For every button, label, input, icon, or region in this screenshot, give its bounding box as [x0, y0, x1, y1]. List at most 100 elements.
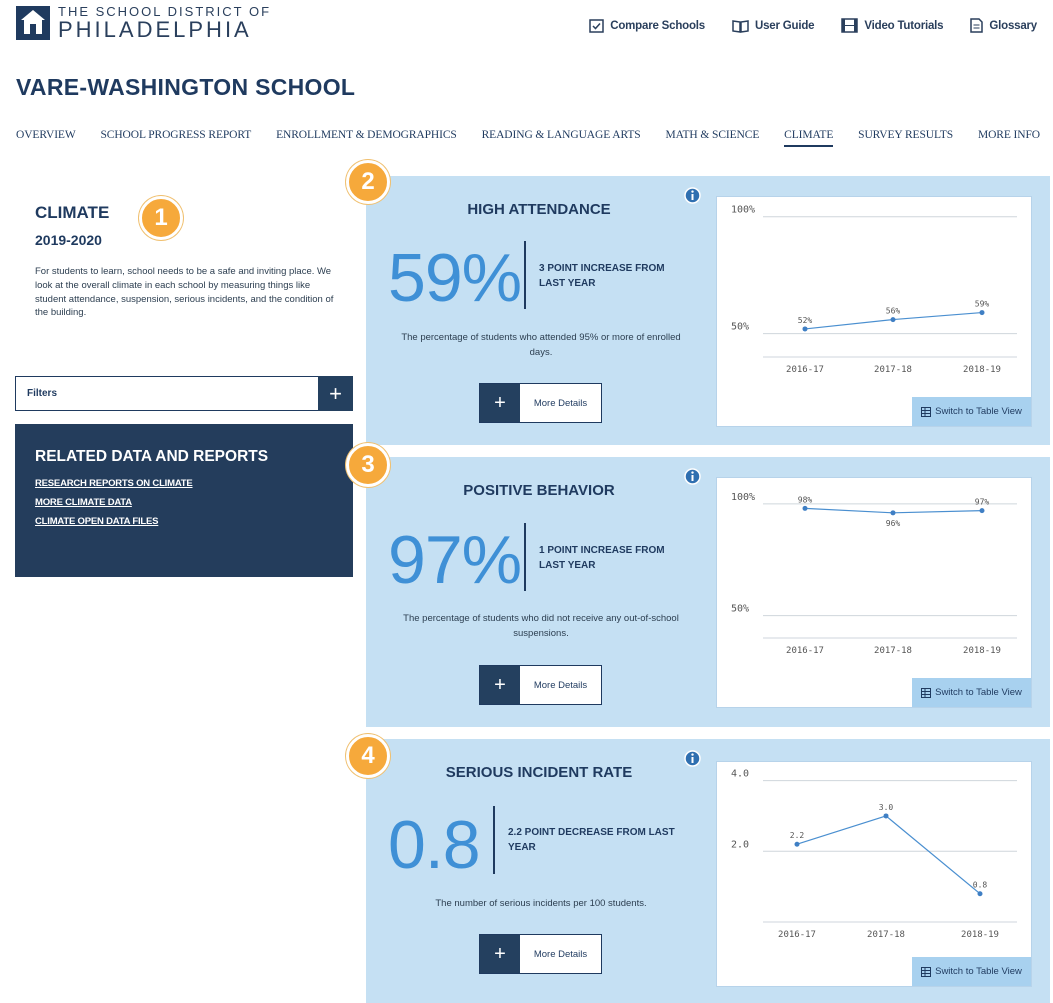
book-icon — [732, 19, 749, 33]
trend-chart: 100% 50% 2016-17 2017-18 2018-19 52% 56% 59% Sw… — [716, 196, 1032, 427]
card-title: SERIOUS INCIDENT RATE — [445, 764, 633, 781]
switch-table-view-button[interactable]: Switch to Table View — [912, 397, 1031, 426]
switch-table-view-label: Switch to Table View — [935, 687, 1022, 698]
data-label: 56% — [886, 307, 901, 316]
plus-icon: + — [480, 666, 520, 704]
checkbox-icon — [589, 18, 604, 33]
switch-table-view-button[interactable]: Switch to Table View — [912, 957, 1031, 986]
x-tick-label: 2017-18 — [874, 365, 912, 375]
card-title: HIGH ATTENDANCE — [467, 201, 611, 218]
metric-divider — [524, 523, 526, 591]
switch-table-view-button[interactable]: Switch to Table View — [912, 678, 1031, 707]
metric-card-attendance: HIGH ATTENDANCE 59% 3 POINT INCREASE FRO… — [366, 176, 1050, 445]
switch-table-view-label: Switch to Table View — [935, 406, 1022, 417]
info-icon[interactable] — [684, 187, 701, 204]
climate-description: For students to learn, school needs to b… — [35, 266, 334, 319]
more-details-label: More Details — [533, 679, 588, 691]
research-reports-link[interactable]: RESEARCH REPORTS ON CLIMATE — [35, 478, 333, 489]
data-point — [883, 813, 889, 819]
metric-card-serious-incident-rate: SERIOUS INCIDENT RATE 0.8 2.2 POINT DECR… — [366, 739, 1050, 1003]
video-tutorials-link[interactable]: Video Tutorials — [841, 18, 944, 33]
trend-chart-plot: 4.0 2.0 2016-17 2017-18 2018-19 2.2 3.0 0.8 — [731, 769, 1017, 940]
step-badge-2: 2 — [346, 160, 390, 204]
metric-description: The number of serious incidents per 100 … — [435, 898, 647, 909]
metric-description: The percentage of students who attended … — [401, 332, 681, 358]
card-title: POSITIVE BEHAVIOR — [463, 482, 615, 499]
step-badge-1: 1 — [139, 196, 183, 240]
y-tick-label: 50% — [731, 604, 749, 615]
document-icon — [970, 18, 984, 33]
y-tick-label: 100% — [731, 492, 755, 503]
tab-school-progress-report[interactable]: SCHOOL PROGRESS REPORT — [100, 129, 251, 147]
tab-overview[interactable]: OVERVIEW — [16, 129, 76, 147]
more-details-label: More Details — [533, 397, 588, 409]
table-icon — [921, 687, 932, 698]
more-details-button[interactable]: + More Details — [479, 934, 602, 974]
info-icon[interactable] — [684, 468, 701, 485]
tab-climate[interactable]: CLIMATE — [784, 129, 833, 147]
more-climate-data-link[interactable]: MORE CLIMATE DATA — [35, 497, 333, 508]
filters-label: Filters — [27, 388, 58, 399]
step-badge-4: 4 — [346, 734, 390, 778]
compare-schools-link[interactable]: Compare Schools — [589, 18, 705, 33]
trend-chart-plot: 100% 50% 2016-17 2017-18 2018-19 52% 56% 59% — [731, 205, 1017, 375]
tab-more-info[interactable]: MORE INFO — [978, 129, 1040, 147]
data-point — [794, 841, 800, 847]
x-tick-label: 2016-17 — [786, 365, 824, 375]
x-tick-label: 2016-17 — [778, 930, 816, 940]
x-tick-label: 2018-19 — [961, 930, 999, 940]
climate-open-data-link[interactable]: CLIMATE OPEN DATA FILES — [35, 516, 333, 527]
metric-value: 59% — [388, 240, 522, 316]
tab-enrollment-demographics[interactable]: ENROLLMENT & DEMOGRAPHICS — [276, 129, 457, 147]
tab-survey-results[interactable]: SURVEY RESULTS — [858, 129, 953, 147]
compare-schools-label: Compare Schools — [610, 19, 705, 32]
school-title: VARE-WASHINGTON SCHOOL — [16, 74, 356, 100]
section-nav: OVERVIEW SCHOOL PROGRESS REPORT ENROLLME… — [16, 129, 1040, 147]
data-point — [979, 310, 985, 316]
top-links: Compare Schools User Guide Video Tutoria… — [589, 18, 1037, 33]
metric-change: 2.2 POINT DECREASE FROM LAST YEAR — [508, 827, 675, 853]
tab-math-science[interactable]: MATH & SCIENCE — [665, 129, 759, 147]
data-label: 2.2 — [790, 831, 805, 840]
user-guide-link[interactable]: User Guide — [732, 18, 815, 33]
film-icon — [841, 18, 859, 33]
plus-icon: + — [480, 935, 520, 973]
tab-reading-language-arts[interactable]: READING & LANGUAGE ARTS — [482, 129, 641, 147]
y-tick-label: 2.0 — [731, 839, 749, 850]
metric-value: 0.8 — [388, 807, 481, 883]
filters-expand-button[interactable]: + — [318, 376, 353, 411]
metric-card-positive-behavior: POSITIVE BEHAVIOR 97% 1 POINT INCREASE F… — [366, 457, 1050, 727]
x-tick-label: 2017-18 — [874, 646, 912, 656]
switch-table-view-label: Switch to Table View — [935, 966, 1022, 977]
data-point — [802, 505, 808, 511]
metric-change: 3 POINT INCREASE FROM LAST YEAR — [539, 263, 665, 289]
step-badge-3: 3 — [346, 443, 390, 487]
metric-divider — [524, 241, 526, 309]
metric-divider — [493, 806, 495, 874]
more-details-button[interactable]: + More Details — [479, 665, 602, 705]
info-icon[interactable] — [684, 750, 701, 767]
logo-line-2: PHILADELPHIA — [58, 17, 252, 42]
data-label: 97% — [975, 498, 990, 507]
data-point — [890, 317, 896, 323]
data-label: 3.0 — [879, 803, 894, 812]
x-tick-label: 2018-19 — [963, 365, 1001, 375]
data-label: 98% — [798, 495, 813, 504]
data-point — [977, 891, 983, 897]
climate-heading: CLIMATE — [35, 203, 110, 222]
metric-description: The percentage of students who did not r… — [403, 613, 679, 639]
district-seal-icon — [16, 6, 50, 40]
x-tick-label: 2018-19 — [963, 646, 1001, 656]
y-tick-label: 50% — [731, 322, 749, 333]
related-data-panel: RELATED DATA AND REPORTS RESEARCH REPORT… — [15, 424, 353, 577]
video-tutorials-label: Video Tutorials — [864, 19, 944, 32]
y-tick-label: 100% — [731, 205, 755, 216]
table-icon — [921, 966, 932, 977]
trend-chart: 4.0 2.0 2016-17 2017-18 2018-19 2.2 3.0 0.8 Swi… — [716, 761, 1032, 987]
more-details-button[interactable]: + More Details — [479, 383, 602, 423]
district-logo[interactable]: THE SCHOOL DISTRICT OF PHILADELPHIA — [16, 5, 271, 41]
series-line — [796, 815, 981, 895]
data-label: 96% — [886, 519, 901, 528]
glossary-link[interactable]: Glossary — [970, 18, 1037, 33]
filters-bar[interactable]: Filters + — [15, 376, 353, 411]
